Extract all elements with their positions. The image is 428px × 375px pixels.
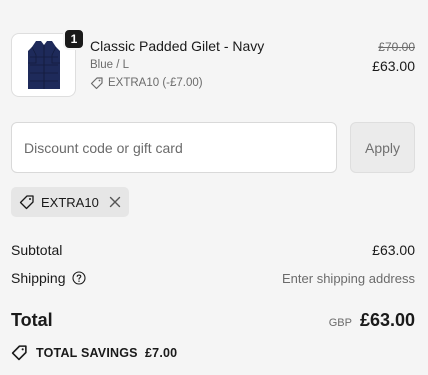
quantity-badge: 1 [63,28,85,50]
product-thumbnail: 1 [11,28,85,97]
tag-icon [90,77,103,90]
total-amount-group: GBP £63.00 [329,310,415,331]
currency-code: GBP [328,316,352,329]
subtotal-label: Subtotal [11,242,63,258]
discounted-price: £63.00 [372,58,415,74]
applied-discount-chip: EXTRA10 [11,187,129,217]
remove-discount-button[interactable] [109,196,121,208]
tag-icon [11,345,27,361]
total-savings-text: TOTAL SAVINGS £7.00 [36,345,178,360]
discount-code-input[interactable] [11,122,337,173]
navy-gilet-image [27,41,60,89]
subtotal-row: Subtotal £63.00 [11,241,415,259]
tag-icon [19,195,34,210]
original-price: £70.00 [378,40,415,54]
total-row: Total GBP £63.00 [11,308,415,332]
product-title: Classic Padded Gilet - Navy [90,38,265,54]
product-discount-label: EXTRA10 (-£7.00) [108,77,203,89]
total-savings: TOTAL SAVINGS £7.00 [11,344,177,361]
total-label: Total [11,309,53,330]
close-icon [109,196,121,208]
product-discount: EXTRA10 (-£7.00) [90,76,203,90]
shipping-label-group: Shipping [11,270,86,286]
total-value: £63.00 [359,309,415,330]
help-icon[interactable] [71,271,86,285]
product-variant: Blue / L [90,59,129,71]
applied-code-label: EXTRA10 [41,194,99,210]
apply-button[interactable]: Apply [350,122,415,173]
shipping-label: Shipping [11,270,66,286]
shipping-row: Shipping Enter shipping address [11,269,415,287]
cart-line-item: 1 Classic Padded Gilet - Navy Blue / L E… [11,28,417,97]
shipping-value: Enter shipping address [282,270,415,286]
subtotal-value: £63.00 [372,242,415,258]
